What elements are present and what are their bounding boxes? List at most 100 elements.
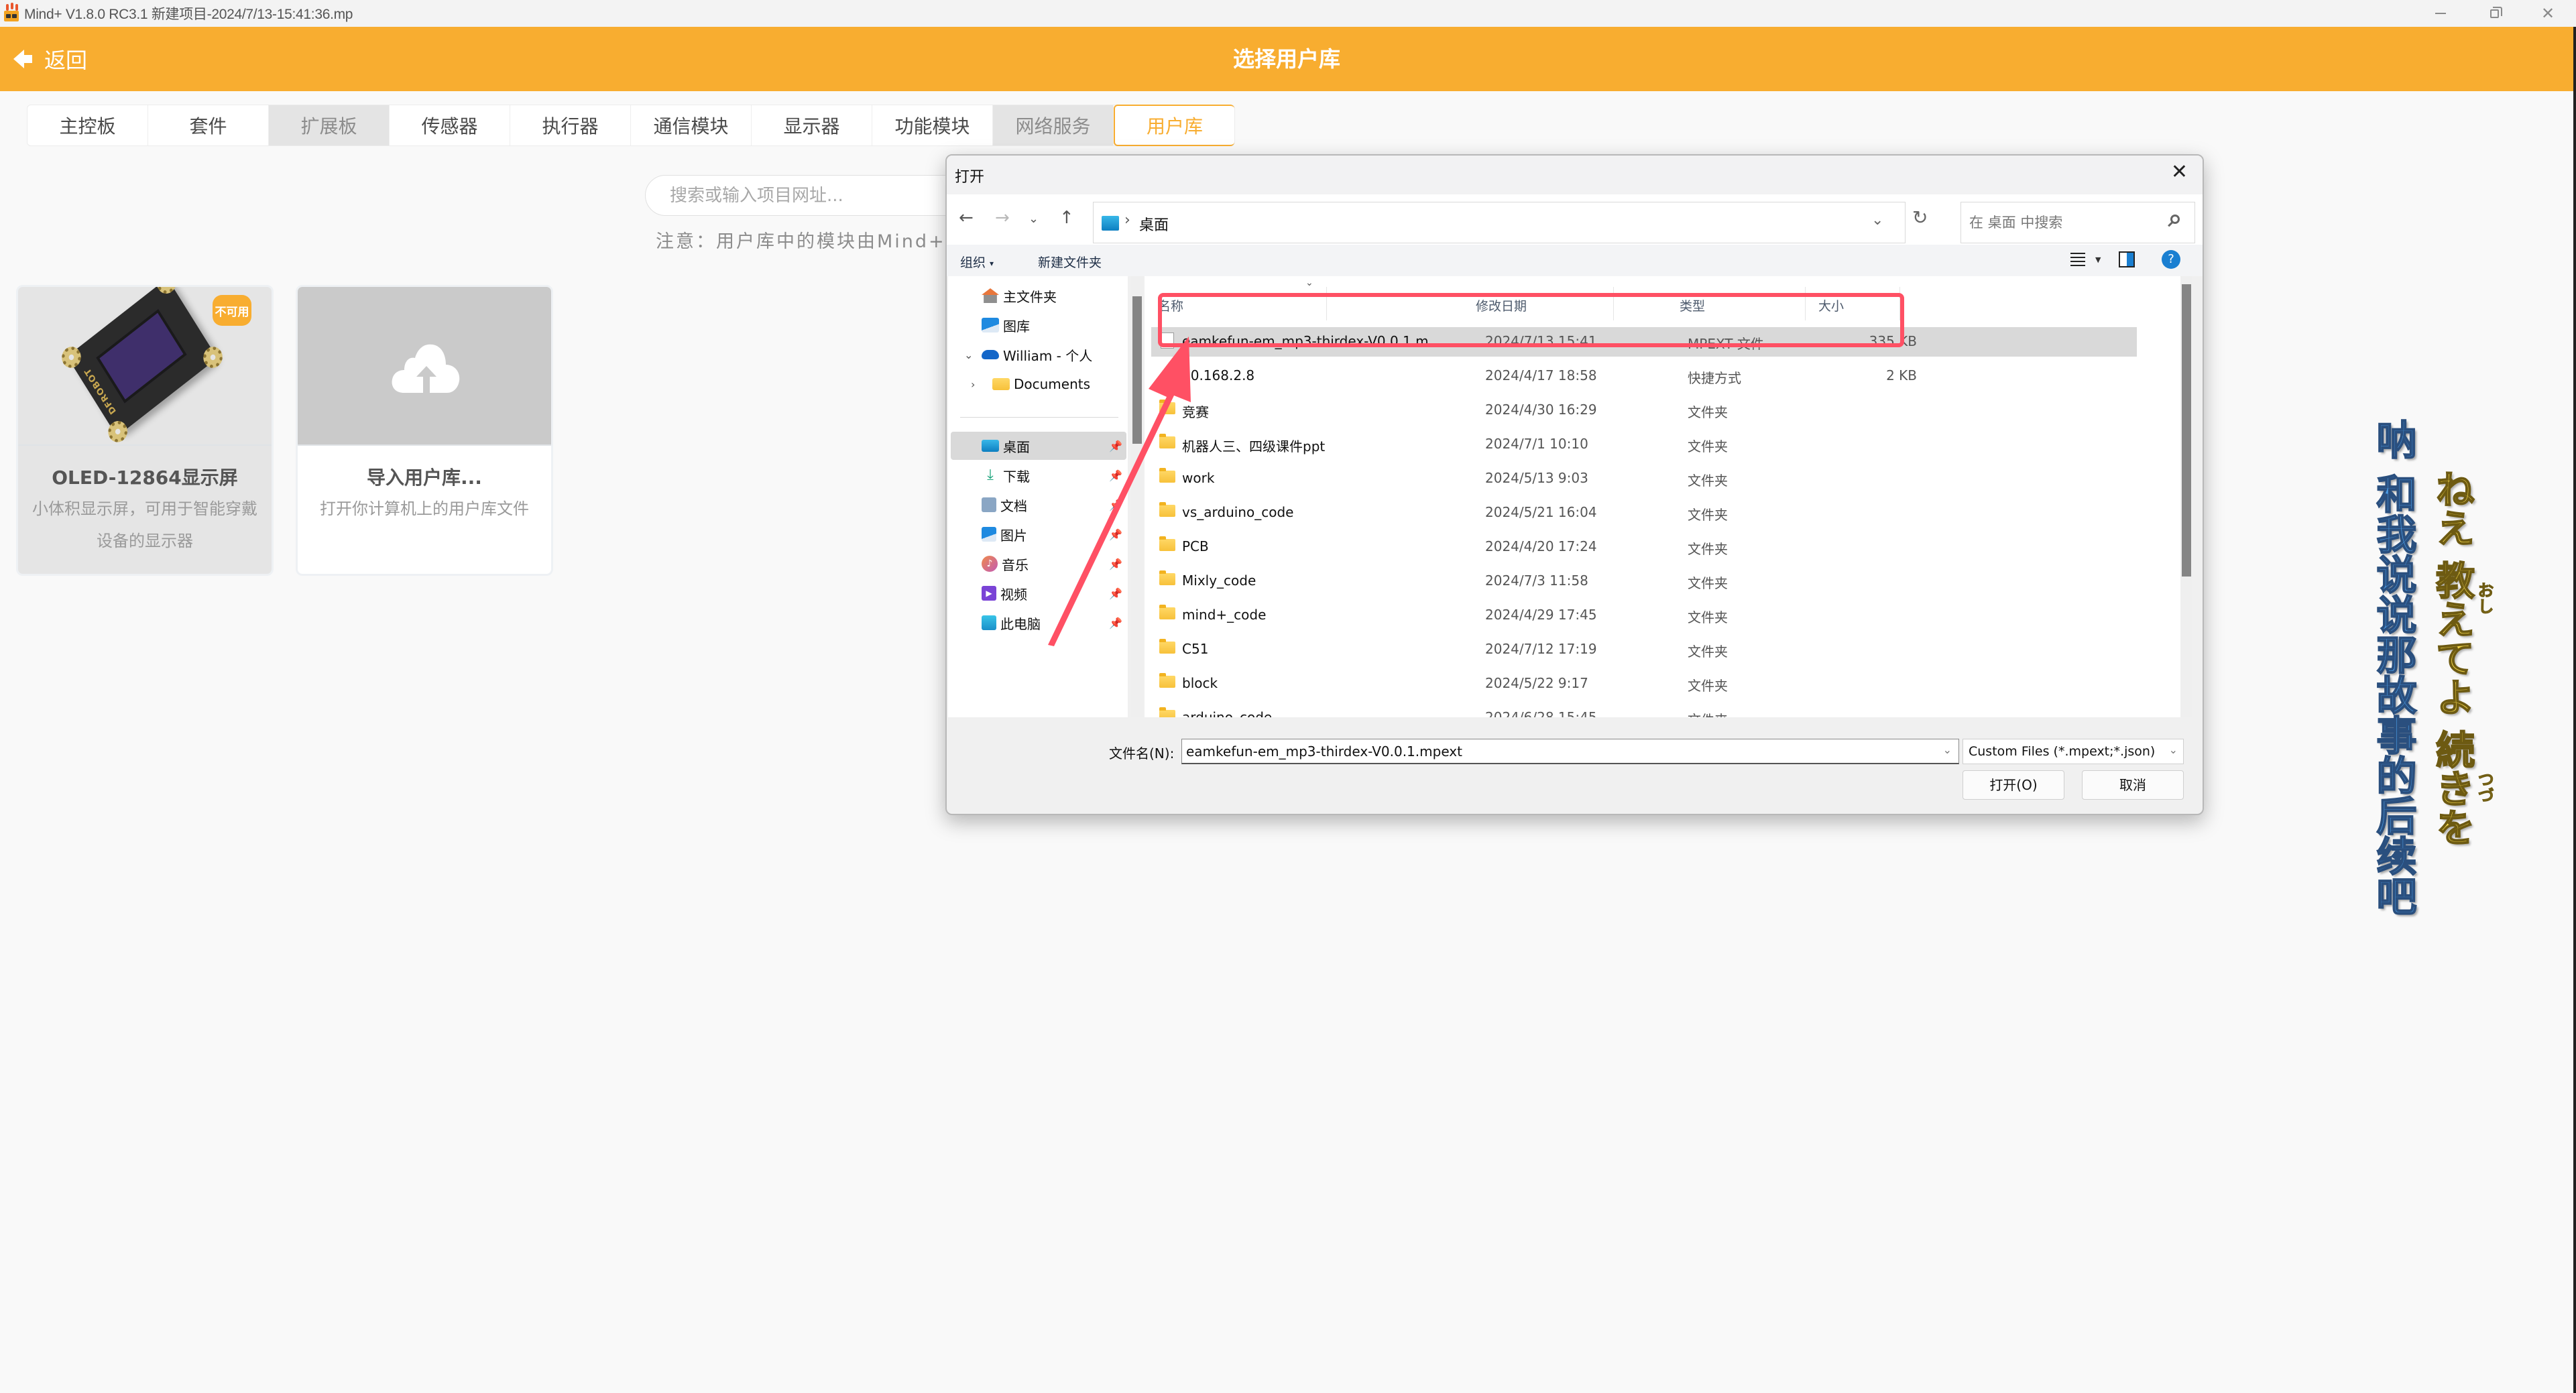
open-button[interactable]: 打开(O) (1963, 770, 2064, 800)
back-nav-icon[interactable]: ← (959, 208, 974, 228)
file-row[interactable]: 10.168.2.8 2024/4/17 18:58 快捷方式 2 KB (1151, 361, 2137, 391)
card-thumbnail (298, 287, 551, 446)
file-name: mind+_code (1182, 607, 1267, 623)
file-type-filter-label: Custom Files (*.mpext;*.json) (1969, 744, 2156, 759)
tab-expansion-board[interactable]: 扩展板 (269, 105, 390, 145)
file-list-scrollbar[interactable] (2180, 276, 2192, 717)
dialog-close-button[interactable]: ✕ (2171, 162, 2188, 182)
nav-item-gallery[interactable]: 图库 (951, 311, 1126, 339)
file-date: 2024/4/17 18:58 (1485, 367, 1597, 383)
file-row[interactable]: mind+_code 2024/4/29 17:45 文件夹 (1151, 601, 2137, 630)
nav-item-videos[interactable]: ▶ 视频 📌 (951, 579, 1126, 607)
refresh-icon[interactable]: ↻ (1912, 206, 1928, 229)
minimize-icon (2435, 13, 2446, 14)
tab-communication[interactable]: 通信模块 (631, 105, 752, 145)
file-row[interactable]: 机器人三、四级课件ppt 2024/7/1 10:10 文件夹 (1151, 430, 2137, 459)
file-row[interactable]: Mixly_code 2024/7/3 11:58 文件夹 (1151, 566, 2137, 596)
dialog-search-input[interactable] (1969, 215, 2157, 231)
file-row[interactable]: arduino_code 2024/6/28 15:45 文件夹 (1151, 703, 2137, 717)
file-type-filter[interactable]: Custom Files (*.mpext;*.json) ⌄ (1963, 739, 2184, 764)
file-date: 2024/4/29 17:45 (1485, 607, 1597, 623)
import-library-card[interactable]: 导入用户库... 打开你计算机上的用户库文件 (296, 285, 553, 576)
nav-item-label: 文档 (1000, 497, 1027, 514)
tab-sensor[interactable]: 传感器 (390, 105, 510, 145)
file-row[interactable]: PCB 2024/4/20 17:24 文件夹 (1151, 532, 2137, 562)
file-row[interactable]: block 2024/5/22 9:17 文件夹 (1151, 669, 2137, 699)
open-file-dialog: 打开 ✕ ← → ⌄ ↑ › 桌面 ⌄ ↻ 组织 ▾ 新建文件夹 ▼ ? 主文件夹 (945, 154, 2204, 815)
file-row[interactable]: 竞赛 2024/4/30 16:29 文件夹 (1151, 396, 2137, 425)
file-row[interactable]: vs_arduino_code 2024/5/21 16:04 文件夹 (1151, 498, 2137, 528)
nav-item-label: 下载 (1003, 468, 1030, 485)
tab-user-library[interactable]: 用户库 (1114, 105, 1234, 146)
file-type: MPEXT 文件 (1688, 336, 1764, 352)
help-icon[interactable]: ? (2162, 250, 2180, 269)
folder-icon (1159, 707, 1175, 717)
nav-item-documents[interactable]: 文档 📌 (951, 491, 1126, 519)
file-row[interactable]: work 2024/5/13 9:03 文件夹 (1151, 464, 2137, 493)
restore-button[interactable] (2467, 0, 2521, 27)
nav-item-music[interactable]: ♪ 音乐 📌 (951, 550, 1126, 578)
tab-main-board[interactable]: 主控板 (27, 105, 148, 145)
file-type: 文件夹 (1688, 473, 1728, 489)
file-type: 文件夹 (1688, 541, 1728, 557)
nav-item-documents-onedrive[interactable]: › Documents (951, 370, 1126, 398)
page-header: 返回 选择用户库 (0, 27, 2573, 91)
collapse-chevron-icon[interactable]: › (971, 378, 975, 391)
tab-kit[interactable]: 套件 (148, 105, 269, 145)
lyrics-chinese-line-1: 呐 (2369, 418, 2417, 460)
search-icon[interactable] (2170, 215, 2180, 224)
nav-item-home[interactable]: 主文件夹 (951, 282, 1126, 310)
file-date: 2024/5/21 16:04 (1485, 504, 1597, 520)
tab-function[interactable]: 功能模块 (872, 105, 993, 145)
documents-icon (982, 497, 996, 512)
nav-pane-scrollbar[interactable] (1131, 276, 1143, 717)
tab-network-service[interactable]: 网络服务 (993, 105, 1114, 145)
cancel-button[interactable]: 取消 (2082, 770, 2184, 800)
nav-item-onedrive[interactable]: ⌄ William - 个人 (951, 341, 1126, 369)
column-header-date[interactable]: 修改日期 (1462, 287, 1614, 320)
file-icon (1161, 332, 1174, 349)
dialog-toolbar: 组织 ▾ 新建文件夹 ▼ ? (947, 245, 2203, 276)
organize-menu[interactable]: 组织 ▾ (960, 253, 994, 271)
nav-item-pictures[interactable]: 图片 📌 (951, 520, 1126, 548)
nav-item-desktop[interactable]: 桌面 📌 (951, 432, 1126, 460)
this-pc-icon (982, 615, 996, 630)
address-bar[interactable]: › 桌面 ⌄ (1093, 202, 1906, 243)
address-history-chevron-icon[interactable]: ⌄ (1871, 212, 1883, 229)
breadcrumb-desktop[interactable]: 桌面 (1139, 213, 1169, 235)
file-row[interactable]: eamkefun-em_mp3-thirdex-V0.0.1.m... 2024/… (1151, 327, 2137, 357)
dialog-title: 打开 (955, 169, 985, 186)
preview-pane-icon[interactable] (2119, 251, 2135, 267)
new-folder-button[interactable]: 新建文件夹 (1038, 253, 1102, 271)
nav-item-label: Documents (1014, 376, 1091, 392)
close-window-button[interactable]: ✕ (2521, 0, 2575, 27)
column-header-type[interactable]: 类型 (1666, 287, 1806, 320)
filename-input[interactable] (1186, 743, 1924, 760)
forward-nav-icon[interactable]: → (995, 208, 1010, 228)
file-date: 2024/5/13 9:03 (1485, 470, 1588, 486)
column-header-size[interactable]: 大小 (1805, 287, 1900, 320)
tab-actuator[interactable]: 执行器 (510, 105, 631, 145)
folder-icon (1159, 536, 1175, 551)
file-row[interactable]: C51 2024/7/12 17:19 文件夹 (1151, 635, 2137, 664)
scrollbar-thumb[interactable] (1132, 296, 1142, 444)
up-folder-icon[interactable]: ↑ (1059, 208, 1074, 228)
minimize-button[interactable] (2414, 0, 2467, 27)
view-options-icon[interactable] (2070, 253, 2085, 267)
scrollbar-thumb[interactable] (2182, 284, 2191, 577)
file-type: 快捷方式 (1688, 370, 1741, 386)
library-card-oled[interactable]: DFROBOT 不可用 OLED-12864显示屏 小体积显示屏，可用于智能穿戴… (16, 285, 274, 576)
nav-item-this-pc[interactable]: 此电脑 📌 (951, 609, 1126, 637)
nav-item-label: 音乐 (1002, 556, 1029, 573)
recent-locations-chevron-icon[interactable]: ⌄ (1029, 212, 1039, 226)
file-name: eamkefun-em_mp3-thirdex-V0.0.1.m... (1182, 333, 1442, 349)
file-date: 2024/7/12 17:19 (1485, 641, 1597, 657)
file-name: Mixly_code (1182, 572, 1256, 589)
oled-screen (96, 308, 187, 404)
expand-chevron-icon[interactable]: ⌄ (964, 349, 973, 361)
tab-display[interactable]: 显示器 (752, 105, 872, 145)
filename-dropdown-chevron-icon[interactable]: ⌄ (1943, 743, 1952, 756)
nav-item-downloads[interactable]: ⤓ 下载 📌 (951, 461, 1126, 489)
view-dropdown-caret-icon[interactable]: ▼ (2095, 255, 2101, 264)
column-header-name[interactable]: 名称 (1145, 287, 1327, 320)
